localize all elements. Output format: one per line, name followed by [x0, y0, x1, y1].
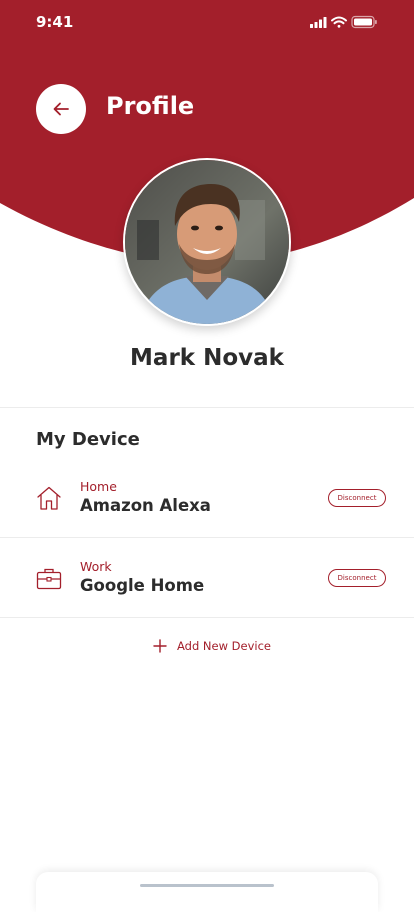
- plus-icon: [153, 639, 167, 653]
- avatar: [123, 158, 291, 326]
- battery-icon: [351, 15, 377, 29]
- disconnect-button[interactable]: Disconnect: [328, 489, 386, 507]
- back-button[interactable]: [36, 84, 86, 134]
- add-device-button[interactable]: Add New Device: [153, 637, 271, 655]
- status-time: 9:41: [36, 13, 74, 31]
- cellular-signal-icon: [310, 17, 327, 28]
- page-title: Profile: [106, 92, 195, 120]
- device-name: Amazon Alexa: [80, 496, 211, 515]
- add-device-label: Add New Device: [177, 639, 271, 653]
- bottom-sheet[interactable]: [36, 872, 378, 912]
- user-name: Mark Novak: [130, 345, 284, 371]
- device-row-home[interactable]: Home Amazon Alexa Disconnect: [0, 458, 414, 538]
- home-indicator[interactable]: [140, 884, 274, 887]
- device-name: Google Home: [80, 576, 205, 595]
- device-category: Home: [80, 479, 117, 494]
- divider: [0, 617, 414, 618]
- status-bar: 9:41: [0, 0, 414, 44]
- section-title: My Device: [36, 429, 140, 450]
- home-icon: [37, 486, 61, 510]
- arrow-left-icon: [53, 102, 69, 116]
- device-row-work[interactable]: Work Google Home Disconnect: [0, 538, 414, 618]
- briefcase-icon: [36, 568, 62, 590]
- status-icons: [310, 15, 377, 29]
- device-category: Work: [80, 559, 112, 574]
- divider: [0, 407, 414, 408]
- disconnect-button[interactable]: Disconnect: [328, 569, 386, 587]
- wifi-icon: [331, 16, 347, 28]
